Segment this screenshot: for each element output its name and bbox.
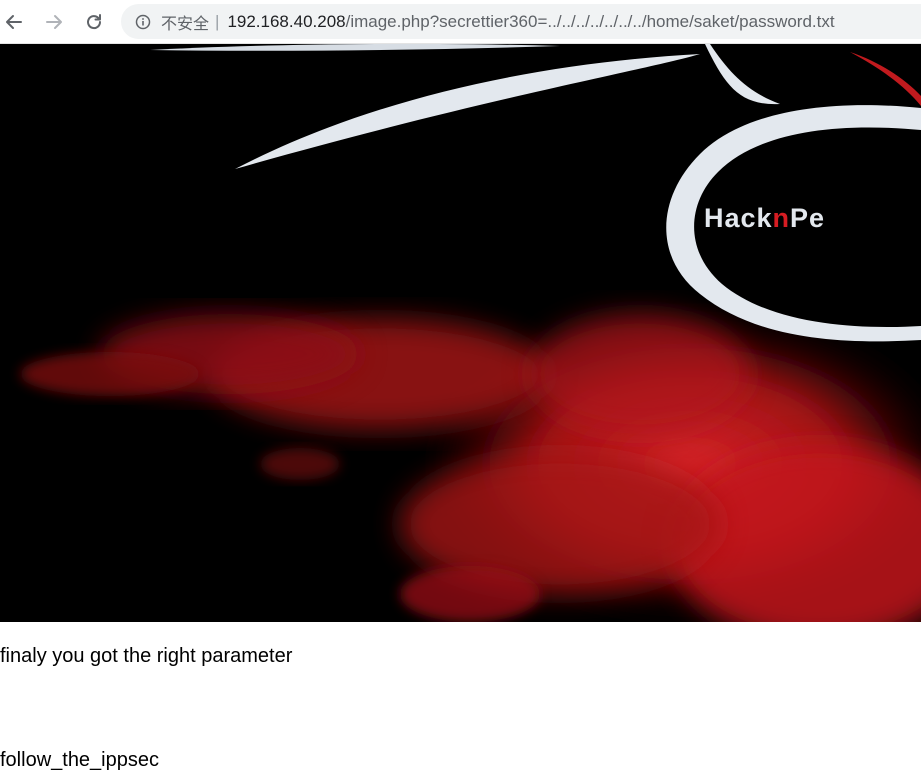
address-separator: | [215,11,220,31]
reload-icon [87,14,102,30]
info-circle-icon[interactable] [135,14,151,30]
password-text: follow_the_ippsec [0,749,159,771]
back-button[interactable] [0,8,28,36]
url-host[interactable]: 192.168.40.208 [227,12,345,32]
reload-button[interactable] [80,8,108,36]
arrow-left-icon [6,15,22,29]
address-bar[interactable]: 不安全 | 192.168.40.208/image.php?secrettie… [121,4,921,39]
hacknpentest-logo-text: HacknPe [704,203,825,233]
hacknpentest-banner-image: HacknPe [0,44,921,622]
banner-artwork: HacknPe [0,44,921,622]
security-status-label[interactable]: 不安全 [161,10,209,34]
forward-button[interactable] [40,8,68,36]
browser-toolbar: 不安全 | 192.168.40.208/image.php?secrettie… [0,0,921,44]
url-path[interactable]: /image.php?secrettier360=../../../../../… [346,12,835,32]
arrow-right-icon [46,15,62,29]
success-message: finaly you got the right parameter [0,645,293,667]
